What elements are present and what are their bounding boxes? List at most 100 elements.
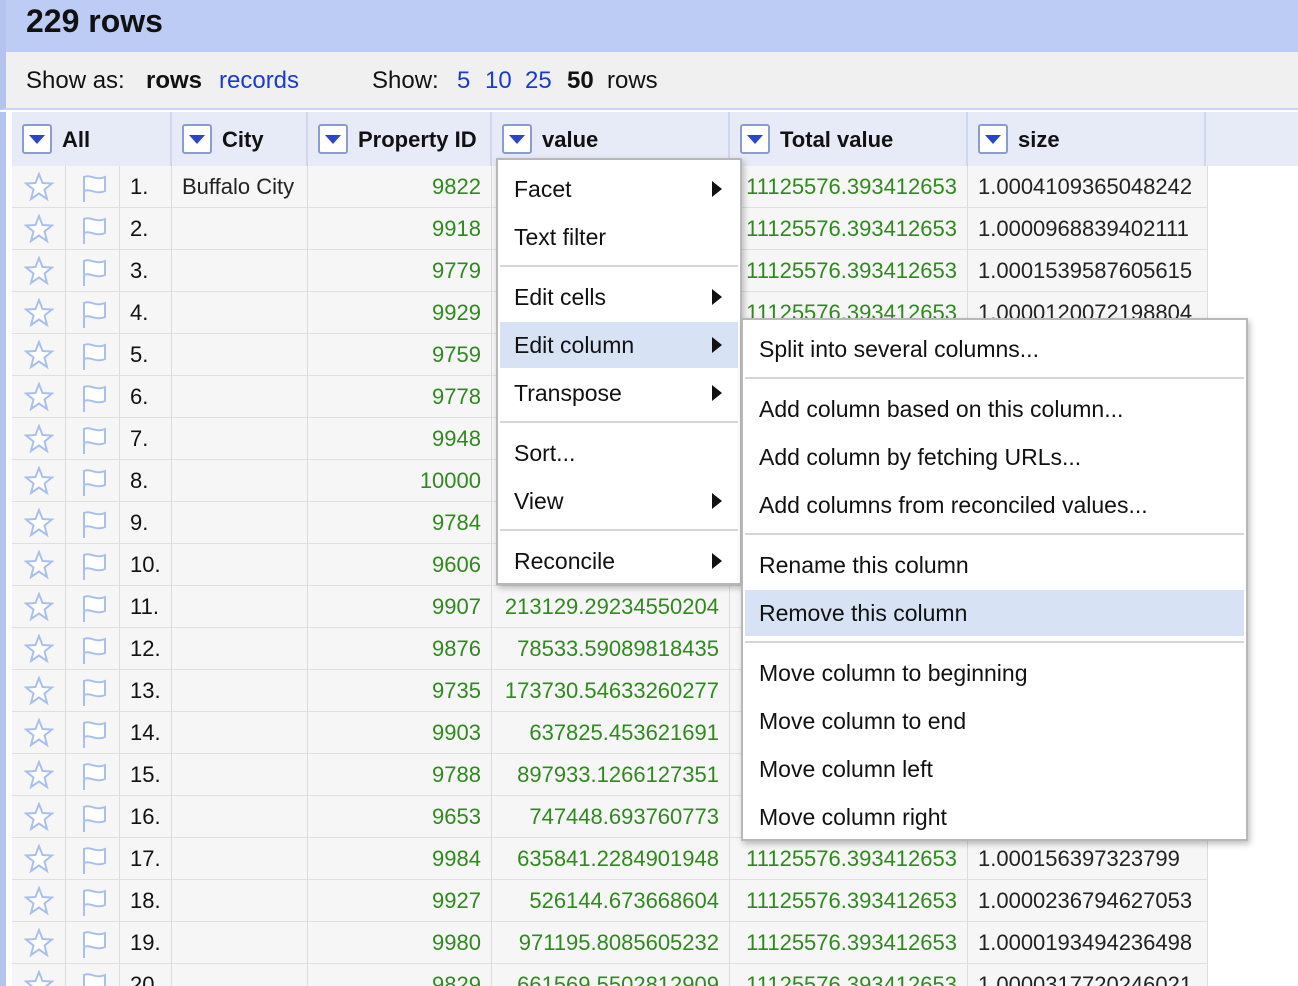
flag-icon[interactable] [66,586,120,628]
flag-icon[interactable] [66,460,120,502]
property-id-cell[interactable]: 9927 [308,880,492,922]
city-cell[interactable] [172,586,308,628]
page-size-5-link[interactable]: 5 [457,67,470,95]
star-icon[interactable] [12,166,66,208]
page-size-50-selected[interactable]: 50 [567,67,594,95]
property-id-cell[interactable]: 9788 [308,754,492,796]
column-dropdown-arrow-icon[interactable] [182,124,212,154]
value-cell[interactable]: 213129.29234550204 [492,586,730,628]
star-icon[interactable] [12,922,66,964]
value-cell[interactable]: 173730.54633260277 [492,670,730,712]
star-icon[interactable] [12,292,66,334]
property-id-cell[interactable]: 9822 [308,166,492,208]
value-cell[interactable]: 747448.693760773 [492,796,730,838]
star-icon[interactable] [12,670,66,712]
star-icon[interactable] [12,208,66,250]
city-cell[interactable]: Buffalo City [172,166,308,208]
city-cell[interactable] [172,796,308,838]
star-icon[interactable] [12,334,66,376]
city-cell[interactable] [172,964,308,986]
city-cell[interactable] [172,628,308,670]
flag-icon[interactable] [66,250,120,292]
size-cell[interactable]: 1.0001539587605615 [968,250,1208,292]
star-icon[interactable] [12,376,66,418]
value-cell[interactable]: 78533.59089818435 [492,628,730,670]
submenu-item-add-column-based-on-this-column[interactable]: Add column based on this column... [745,386,1244,432]
property-id-cell[interactable]: 9876 [308,628,492,670]
property-id-cell[interactable]: 9918 [308,208,492,250]
flag-icon[interactable] [66,544,120,586]
submenu-item-add-column-by-fetching-urls[interactable]: Add column by fetching URLs... [745,434,1244,480]
star-icon[interactable] [12,880,66,922]
property-id-cell[interactable]: 9778 [308,376,492,418]
star-icon[interactable] [12,418,66,460]
total-value-cell[interactable]: 11125576.393412653 [730,208,968,250]
city-cell[interactable] [172,880,308,922]
column-dropdown-arrow-icon[interactable] [22,124,52,154]
flag-icon[interactable] [66,712,120,754]
property-id-cell[interactable]: 9606 [308,544,492,586]
total-value-cell[interactable]: 11125576.393412653 [730,166,968,208]
menu-item-view[interactable]: View [500,478,738,524]
menu-item-facet[interactable]: Facet [500,166,738,212]
city-cell[interactable] [172,502,308,544]
submenu-item-move-column-right[interactable]: Move column right [745,794,1244,840]
column-dropdown-arrow-icon[interactable] [978,124,1008,154]
flag-icon[interactable] [66,166,120,208]
total-value-cell[interactable]: 11125576.393412653 [730,250,968,292]
size-cell[interactable]: 1.0000968839402111 [968,208,1208,250]
total-value-cell[interactable]: 11125576.393412653 [730,964,968,986]
property-id-cell[interactable]: 9903 [308,712,492,754]
page-size-25-link[interactable]: 25 [525,67,552,95]
flag-icon[interactable] [66,292,120,334]
star-icon[interactable] [12,250,66,292]
city-cell[interactable] [172,292,308,334]
size-cell[interactable]: 1.000156397323799 [968,838,1208,880]
submenu-item-move-column-left[interactable]: Move column left [745,746,1244,792]
property-id-cell[interactable]: 9929 [308,292,492,334]
city-cell[interactable] [172,712,308,754]
property-id-cell[interactable]: 9980 [308,922,492,964]
page-size-10-link[interactable]: 10 [485,67,512,95]
submenu-item-rename-this-column[interactable]: Rename this column [745,542,1244,588]
flag-icon[interactable] [66,502,120,544]
city-cell[interactable] [172,754,308,796]
property-id-cell[interactable]: 9735 [308,670,492,712]
size-cell[interactable]: 1.0000236794627053 [968,880,1208,922]
city-cell[interactable] [172,250,308,292]
property-id-cell[interactable]: 10000 [308,460,492,502]
column-dropdown-arrow-icon[interactable] [740,124,770,154]
star-icon[interactable] [12,712,66,754]
menu-item-text-filter[interactable]: Text filter [500,214,738,260]
property-id-cell[interactable]: 9784 [308,502,492,544]
size-cell[interactable]: 1.0004109365048242 [968,166,1208,208]
star-icon[interactable] [12,628,66,670]
flag-icon[interactable] [66,418,120,460]
flag-icon[interactable] [66,796,120,838]
flag-icon[interactable] [66,670,120,712]
flag-icon[interactable] [66,754,120,796]
value-cell[interactable]: 661569.5502812909 [492,964,730,986]
city-cell[interactable] [172,838,308,880]
flag-icon[interactable] [66,964,120,986]
city-cell[interactable] [172,922,308,964]
property-id-cell[interactable]: 9829 [308,964,492,986]
submenu-item-add-columns-from-reconciled-values[interactable]: Add columns from reconciled values... [745,482,1244,528]
star-icon[interactable] [12,964,66,986]
submenu-item-remove-this-column[interactable]: Remove this column [745,590,1244,636]
city-cell[interactable] [172,334,308,376]
property-id-cell[interactable]: 9759 [308,334,492,376]
star-icon[interactable] [12,502,66,544]
total-value-cell[interactable]: 11125576.393412653 [730,838,968,880]
menu-item-sort[interactable]: Sort... [500,430,738,476]
menu-item-edit-column[interactable]: Edit column [500,322,738,368]
property-id-cell[interactable]: 9948 [308,418,492,460]
city-cell[interactable] [172,418,308,460]
city-cell[interactable] [172,460,308,502]
city-cell[interactable] [172,544,308,586]
property-id-cell[interactable]: 9779 [308,250,492,292]
menu-item-transpose[interactable]: Transpose [500,370,738,416]
value-cell[interactable]: 637825.453621691 [492,712,730,754]
flag-icon[interactable] [66,838,120,880]
submenu-item-split-into-several-columns[interactable]: Split into several columns... [745,326,1244,372]
